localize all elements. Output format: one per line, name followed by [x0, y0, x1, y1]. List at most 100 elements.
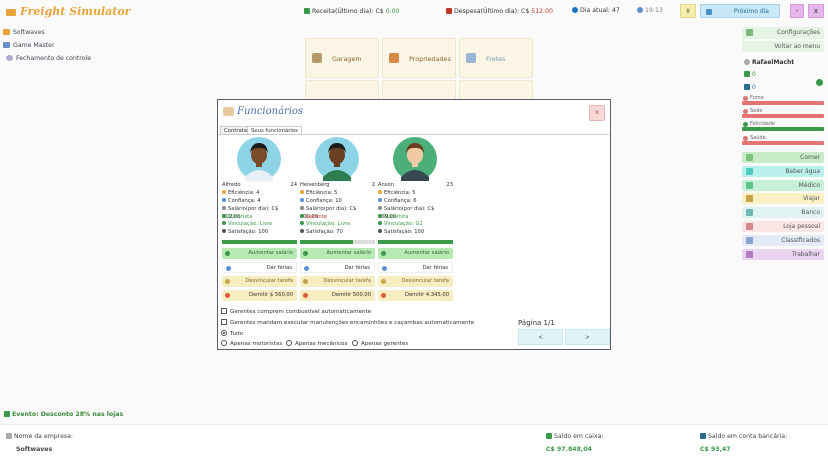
salary-stat-icon — [378, 205, 382, 210]
satisfaction-stat-icon — [378, 229, 382, 234]
company-label-text: Nome da empresa: — [14, 433, 73, 440]
action-button-1[interactable]: Beber água — [742, 165, 824, 177]
tile-label: Propriedades — [409, 55, 451, 63]
left-menu-item-game-master[interactable]: Game Master — [3, 42, 55, 49]
checkbox-box[interactable] — [221, 319, 227, 325]
tile-freights[interactable]: Fretes — [459, 38, 533, 78]
button-label: Desvincular tarefa — [323, 278, 371, 284]
pause-button[interactable]: II — [680, 4, 696, 18]
action-button-5[interactable]: Loja pessoal — [742, 221, 824, 232]
satisfaction-stat-icon — [222, 229, 226, 234]
radio-button[interactable] — [286, 340, 292, 346]
next-page-button[interactable]: > — [565, 329, 610, 345]
auto-maintenance-label: Gerentes mandam executar manutenções enc… — [230, 320, 475, 326]
unlink-task-button[interactable]: Desvincular tarefa — [378, 276, 453, 287]
unlink-task-button[interactable]: Desvincular tarefa — [300, 276, 375, 287]
action-icon — [746, 167, 753, 175]
left-menu-item-company[interactable]: Softwaves — [3, 29, 45, 36]
calendar-icon — [706, 9, 712, 15]
refresh-icon[interactable] — [816, 79, 823, 86]
minimize-button[interactable]: - — [790, 4, 804, 18]
unlink-task-button[interactable]: Desvincular tarefa — [222, 276, 297, 287]
action-icon — [746, 236, 753, 244]
button-label: Desvincular tarefa — [245, 278, 293, 284]
tile-row2-2[interactable] — [382, 80, 456, 100]
tab-divider — [218, 134, 609, 135]
garage-icon — [312, 53, 322, 63]
tile-row2-1[interactable] — [305, 80, 379, 100]
action-button-2[interactable]: Médico — [742, 179, 824, 191]
cash-label-text: Saldo em caixa: — [554, 433, 604, 440]
checkbox-box[interactable] — [221, 308, 227, 314]
radio-button[interactable] — [221, 340, 227, 346]
filter-all-radio[interactable]: Tudo — [221, 330, 243, 337]
bank-balance-value: C$ 93,47 — [700, 446, 731, 453]
next-day-button[interactable]: Próximo dia — [700, 4, 780, 18]
action-icon — [746, 154, 753, 161]
employees-icon — [223, 107, 234, 116]
building-icon — [3, 29, 10, 35]
stat-bar-fill — [742, 101, 824, 105]
app-logo: Freight Simulator — [6, 5, 130, 18]
settings-button[interactable]: Configurações — [742, 27, 824, 39]
raise-salary-button[interactable]: Aumentar salário — [300, 248, 375, 259]
close-window-button[interactable]: x — [808, 4, 824, 18]
role-label: Gerente — [306, 213, 327, 220]
next-day-label: Próximo dia — [733, 8, 769, 15]
fire-employee-button[interactable]: Demitir $ 560,00 — [222, 290, 297, 301]
action-button-0[interactable]: Comer — [742, 152, 824, 163]
back-to-menu-label: Voltar ao menu — [774, 43, 820, 50]
employee-card: Alfredo 24 Eficiência: 4 Confiança: 4 Salári… — [222, 182, 297, 237]
action-button-label: Viajar — [802, 195, 820, 203]
day-label: Dia atual: — [580, 7, 610, 14]
give-vacation-button[interactable]: Dar férias — [300, 262, 375, 273]
employee-card: Anson 23 Eficiência: 5 Confiança: 6 Salário(… — [378, 182, 453, 237]
action-button-4[interactable]: Banco — [742, 207, 824, 219]
give-vacation-icon — [226, 266, 231, 271]
company-name-label: Nome da empresa: — [6, 433, 73, 440]
satisfaction-stat: Satisfação: 100 — [384, 229, 425, 236]
action-button-6[interactable]: Classificados — [742, 234, 824, 246]
tile-properties[interactable]: Propriedades — [382, 38, 456, 78]
auto-maintenance-checkbox[interactable]: Gerentes mandam executar manutenções enc… — [221, 319, 474, 326]
freight-icon — [466, 53, 476, 63]
give-vacation-button[interactable]: Dar férias — [222, 262, 297, 273]
back-to-menu-button[interactable]: Voltar ao menu — [742, 41, 824, 52]
action-icon — [746, 181, 753, 189]
bank-small: 0 — [744, 84, 756, 91]
prev-page-button[interactable]: < — [518, 329, 563, 345]
action-button-3[interactable]: Viajar — [742, 193, 824, 205]
filter-managers-radio[interactable]: Apenas gerentes — [352, 340, 408, 347]
trust-stat-icon — [300, 197, 304, 202]
raise-salary-button[interactable]: Aumentar salário — [378, 248, 453, 259]
salary-stat-icon — [222, 205, 226, 210]
radio-button[interactable] — [221, 330, 227, 336]
fire-employee-button[interactable]: Demitir 4.345,00 — [378, 290, 453, 301]
tile-garage[interactable]: Garagem — [305, 38, 379, 78]
action-button-7[interactable]: Trabalhar — [742, 248, 824, 260]
employee-name: Heisenberg — [300, 182, 330, 188]
tile-row2-3[interactable] — [459, 80, 533, 100]
employee-card: Heisenberg 2 Eficiência: 5 Confiança: 10 Sal… — [300, 182, 375, 237]
money-small-value: 0 — [752, 71, 756, 78]
raise-salary-button[interactable]: Aumentar salário — [222, 248, 297, 259]
company-name-value: Softwaves — [16, 446, 53, 453]
action-button-label: Loja pessoal — [783, 223, 820, 230]
dialog-title: Funcionários — [237, 106, 304, 117]
auto-fuel-checkbox[interactable]: Gerentes comprem combustível automaticam… — [221, 308, 371, 315]
income-stat: Receita(Último dia): C$ 0.00 — [304, 8, 399, 15]
income-value: 0.00 — [385, 8, 400, 15]
efficiency-stat: Eficiência: 5 — [384, 189, 416, 196]
clock: 19:13 — [637, 7, 663, 14]
efficiency-stat-icon — [300, 189, 304, 194]
footer-bar — [0, 424, 828, 466]
filter-mechanics-radio[interactable]: Apenas mecânicos — [286, 340, 347, 347]
give-vacation-button[interactable]: Dar férias — [378, 262, 453, 273]
left-menu-item-close-control[interactable]: Fechamento de controle — [6, 55, 91, 62]
filter-drivers-radio[interactable]: Apenas motoristas — [221, 340, 282, 347]
fire-employee-button[interactable]: Demitir 500,00 — [300, 290, 375, 301]
raise-salary-icon — [303, 251, 308, 256]
link-status-icon — [222, 221, 226, 226]
dialog-close-button[interactable]: x — [589, 105, 605, 121]
radio-button[interactable] — [352, 340, 358, 346]
